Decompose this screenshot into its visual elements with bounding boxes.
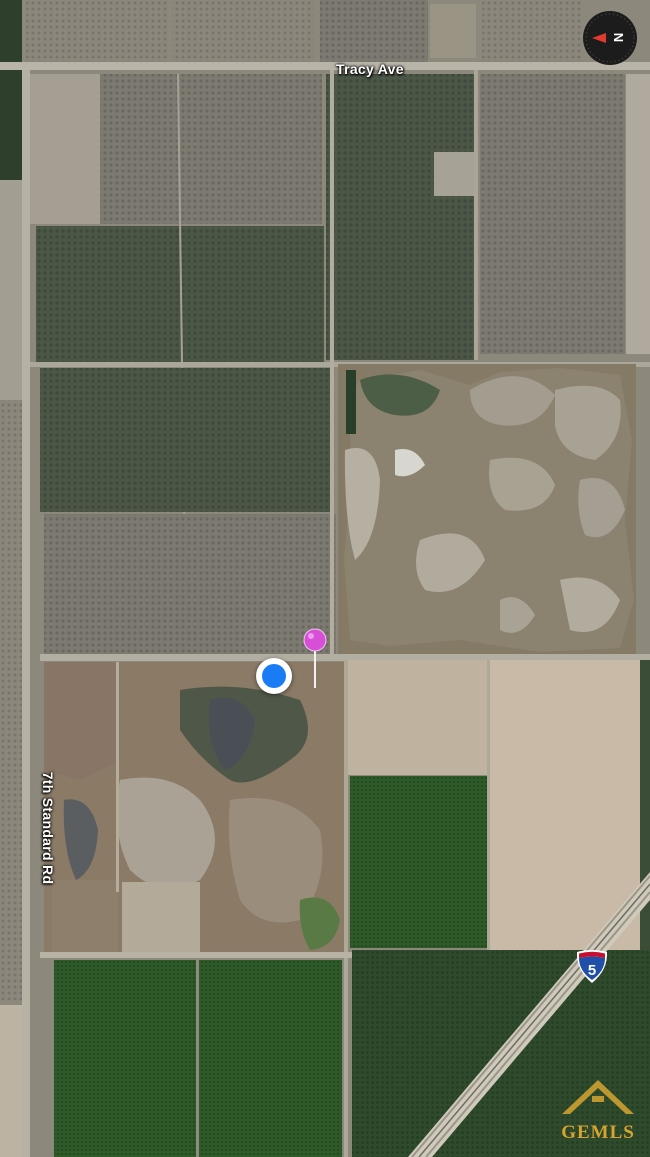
- compass-icon[interactable]: [582, 10, 638, 66]
- watermark-text: GEMLS: [561, 1122, 635, 1143]
- user-location-inner: [262, 664, 286, 688]
- road-label-tracy-ave: Tracy Ave: [336, 61, 404, 77]
- interstate-number: 5: [587, 962, 597, 979]
- road-label-7th-standard-rd: 7th Standard Rd: [40, 771, 56, 885]
- satellite-map[interactable]: N Tracy Ave 7th Standard Rd 5 GEMLS: [0, 0, 650, 1157]
- user-location-dot[interactable]: [256, 658, 292, 694]
- satellite-imagery: [0, 0, 650, 1157]
- compass-north-label: N: [611, 32, 627, 43]
- pin-icon[interactable]: [302, 628, 328, 690]
